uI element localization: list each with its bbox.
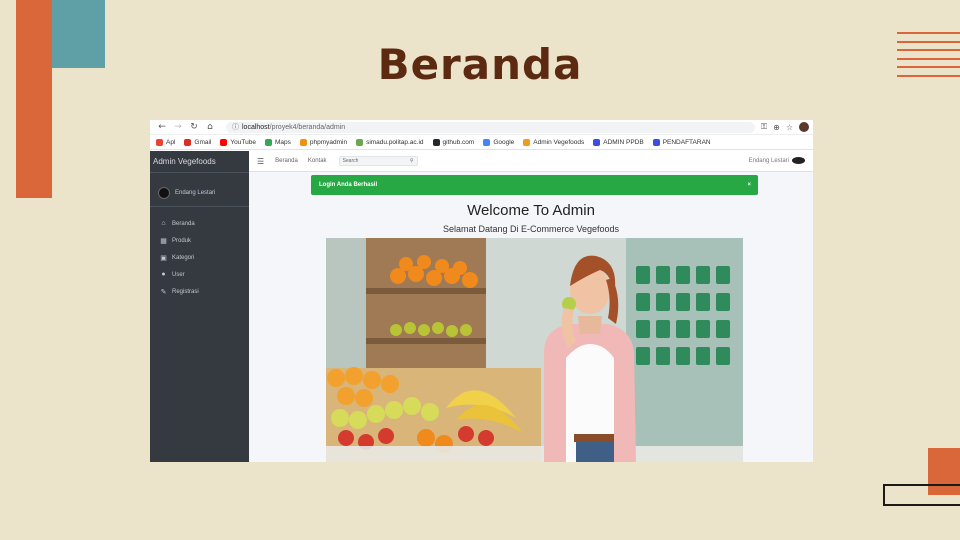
bookmarks-bar: Apl Gmail YouTube Maps phpmyadmin simadu.poli…	[150, 135, 813, 150]
ppdb-icon	[652, 138, 660, 146]
bookmark-label: Google	[493, 138, 515, 146]
bookmark-label: Admin Vegefoods	[533, 138, 585, 146]
decor-orange-bar	[16, 0, 52, 198]
hero-photo	[326, 238, 743, 462]
brand-title[interactable]: Admin Vegefoods	[150, 151, 249, 173]
avatar	[792, 157, 805, 164]
edit-icon: ✎	[160, 288, 167, 296]
profile-avatar[interactable]	[799, 122, 809, 132]
bookmark-label: Gmail	[194, 138, 212, 146]
sidebar-nav: ⌂ Beranda ▦ Produk ▣ Kategori ● User ✎ Registrasi	[150, 215, 249, 300]
bookmark-label: PENDAFTARAN	[662, 138, 711, 146]
info-icon: ⓘ	[232, 123, 239, 131]
sidebar-item-label: User	[172, 271, 185, 278]
sidebar-item-label: Kategori	[172, 254, 195, 261]
vegefoods-icon	[523, 138, 531, 146]
bookmark-item[interactable]: Gmail	[184, 138, 212, 146]
bookmark-item[interactable]: phpmyadmin	[299, 138, 348, 146]
welcome-heading: Welcome To Admin	[467, 202, 595, 219]
search-input[interactable]: Search ⚲	[338, 156, 418, 166]
bookmark-label: ADMIN PPDB	[603, 138, 644, 146]
key-icon[interactable]: ⚿	[761, 122, 767, 132]
bookmark-item[interactable]: ADMIN PPDB	[593, 138, 644, 146]
bookmark-item[interactable]: YouTube	[220, 138, 256, 146]
bookmark-item[interactable]: PENDAFTARAN	[652, 138, 711, 146]
calendar-icon: ▦	[160, 237, 167, 245]
star-icon[interactable]: ☆	[786, 123, 793, 132]
sidebar-item-label: Registrasi	[172, 288, 199, 295]
sidebar-item-label: Beranda	[172, 220, 195, 227]
sidebar-user-name: Endang Lestari	[175, 189, 216, 196]
decor-outline-box	[883, 484, 960, 506]
apps-grid-icon	[156, 138, 163, 146]
maps-pin-icon	[264, 138, 272, 146]
search-icon[interactable]: ⚲	[410, 158, 414, 164]
reload-icon[interactable]: ↻	[186, 122, 202, 132]
google-icon	[483, 138, 491, 146]
bookmark-label: github.com	[442, 138, 475, 146]
github-icon	[432, 138, 440, 146]
bookmark-item[interactable]: Maps	[264, 138, 291, 146]
sidebar-item-label: Produk	[172, 237, 192, 244]
bookmark-item[interactable]: github.com	[432, 138, 475, 146]
bookmark-item[interactable]: simadu.politap.ac.id	[356, 138, 424, 146]
browser-toolbar: ← → ↻ ⌂ ⓘ localhost/proyek4/beranda/admin…	[150, 120, 813, 135]
bookmark-label: Maps	[274, 138, 291, 146]
bookmark-label: phpmyadmin	[309, 138, 348, 146]
top-navbar: ☰ Beranda Kontak Search ⚲ Endang Lestari	[249, 151, 813, 172]
url-host: localhost	[242, 123, 270, 131]
welcome-subtitle: Selamat Datang Di E-Commerce Vegefoods	[442, 224, 620, 234]
main-content: ☰ Beranda Kontak Search ⚲ Endang Lestari…	[249, 151, 813, 462]
bookmark-label: YouTube	[230, 138, 256, 146]
ppdb-icon	[593, 138, 601, 146]
phpmyadmin-icon	[299, 138, 307, 146]
sidebar-item-registrasi[interactable]: ✎ Registrasi	[150, 283, 249, 300]
topnav-link-beranda[interactable]: Beranda	[275, 158, 298, 164]
youtube-icon	[220, 138, 228, 146]
bookmark-item[interactable]: Apl	[156, 138, 176, 146]
bookmark-label: Apl	[166, 138, 176, 146]
zoom-icon[interactable]: ⊕	[773, 123, 780, 132]
user-panel[interactable]: Endang Lestari	[150, 179, 249, 207]
globe-icon	[356, 138, 364, 146]
success-alert: Login Anda Berhasil ×	[311, 175, 758, 195]
url-path: /proyek4/beranda/admin	[269, 123, 346, 131]
topnav-link-kontak[interactable]: Kontak	[308, 158, 327, 164]
hamburger-menu-icon[interactable]: ☰	[257, 157, 264, 166]
bookmark-item[interactable]: Google	[483, 138, 515, 146]
sidebar: Admin Vegefoods Endang Lestari ⌂ Beranda ▦…	[150, 151, 249, 462]
back-icon[interactable]: ←	[154, 122, 170, 132]
sidebar-item-produk[interactable]: ▦ Produk	[150, 232, 249, 249]
home-icon: ⌂	[161, 220, 166, 227]
alert-text: Login Anda Berhasil	[319, 182, 378, 188]
topnav-user[interactable]: Endang Lestari	[749, 157, 805, 164]
home-icon[interactable]: ⌂	[202, 122, 218, 132]
slide-title: Beranda	[377, 40, 583, 89]
sidebar-item-user[interactable]: ● User	[150, 266, 249, 283]
avatar	[158, 186, 170, 199]
bookmark-item[interactable]: Admin Vegefoods	[523, 138, 585, 146]
gmail-icon	[184, 138, 192, 146]
image-icon: ▣	[160, 254, 167, 262]
browser-screenshot: ← → ↻ ⌂ ⓘ localhost/proyek4/beranda/admin…	[150, 120, 813, 462]
user-icon: ●	[161, 271, 166, 278]
address-bar[interactable]: ⓘ localhost/proyek4/beranda/admin	[226, 121, 756, 133]
sidebar-item-kategori[interactable]: ▣ Kategori	[150, 249, 249, 266]
sidebar-item-beranda[interactable]: ⌂ Beranda	[150, 215, 249, 232]
forward-icon[interactable]: →	[170, 122, 186, 132]
close-icon[interactable]: ×	[747, 175, 751, 195]
topnav-user-name: Endang Lestari	[748, 157, 789, 164]
bookmark-label: simadu.politap.ac.id	[366, 138, 424, 146]
admin-app: Admin Vegefoods Endang Lestari ⌂ Beranda ▦…	[150, 151, 813, 462]
hero-image	[326, 238, 743, 462]
search-placeholder: Search	[342, 158, 359, 164]
